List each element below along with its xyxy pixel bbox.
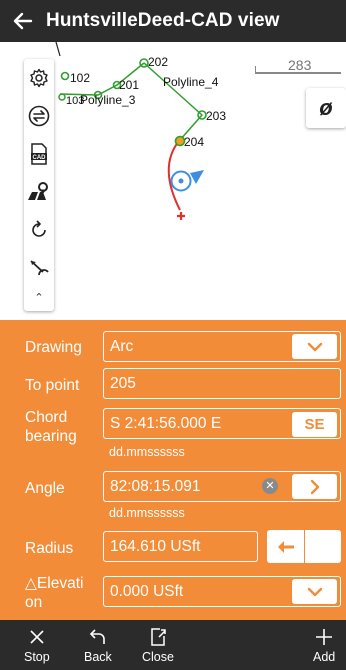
- chord-bearing-value: S 2:41:56.000 E: [110, 414, 222, 432]
- elevation-value: 0.000 USft: [110, 582, 184, 600]
- clear-icon[interactable]: ✕: [262, 478, 278, 494]
- refresh-icon: [32, 220, 46, 237]
- title-bar: HuntsvilleDeed-CAD view: [0, 0, 346, 42]
- add-button[interactable]: Add: [313, 624, 335, 664]
- point-label: 203: [206, 109, 226, 123]
- close-label: Close: [142, 650, 174, 664]
- point-102-marker: [60, 71, 70, 81]
- cad-icon: CAD: [31, 143, 47, 165]
- settings-tool[interactable]: [24, 59, 54, 97]
- svg-text:CAD: CAD: [33, 155, 47, 161]
- polyline-label: Polyline_4: [163, 75, 219, 89]
- bearing-quadrant-button[interactable]: SE: [292, 412, 337, 437]
- map-location-tool[interactable]: [24, 173, 54, 211]
- radius-input[interactable]: 164.610 USft: [103, 531, 258, 562]
- chord-bearing-label: Chord bearing: [25, 408, 77, 446]
- angle-hint: dd.mmssssss: [109, 506, 185, 520]
- page-title: HuntsvilleDeed-CAD view: [46, 10, 280, 31]
- exit-icon: [151, 628, 166, 646]
- angle-next-button[interactable]: [292, 474, 337, 499]
- arrow-left-icon: [277, 540, 294, 553]
- refresh-tool[interactable]: [24, 211, 54, 249]
- measure-tool[interactable]: [24, 249, 54, 287]
- diameter-button[interactable]: ø: [306, 88, 346, 128]
- map-pin-icon: [28, 182, 48, 200]
- radius-label: Radius: [25, 540, 74, 557]
- close-button[interactable]: Close: [142, 624, 174, 664]
- collapse-toolbar-button[interactable]: ⌃: [24, 287, 54, 307]
- point-label: 204: [184, 135, 204, 149]
- stop-label: Stop: [24, 650, 50, 664]
- angle-label: Angle: [25, 480, 65, 497]
- back-arrow-button[interactable]: [0, 0, 46, 42]
- radius-value: 164.610 USft: [110, 537, 201, 555]
- point-103-marker: [58, 93, 66, 101]
- drawing-dropdown-button[interactable]: [292, 334, 337, 359]
- elevation-label-line1: △Elevati: [25, 575, 84, 592]
- swap-tool[interactable]: [24, 97, 54, 135]
- elevation-label-line2: on: [25, 594, 43, 611]
- map-toolbar: CAD ⌃: [24, 59, 54, 311]
- radius-direction-button[interactable]: [267, 530, 305, 563]
- swap-icon: [28, 105, 50, 127]
- to-point-label: To point: [25, 377, 80, 394]
- angle-value: 82:08:15.091: [110, 477, 201, 495]
- chevron-down-icon: [307, 587, 322, 596]
- elevation-label: △Elevati on: [25, 574, 83, 612]
- to-point-input[interactable]: 205: [103, 368, 341, 399]
- drawing-value: Arc: [110, 337, 134, 355]
- cad-map-view[interactable]: 102 103 201 202 203 204 Polyline_3 Polyl…: [0, 42, 346, 320]
- back-button[interactable]: Back: [84, 624, 112, 664]
- chevron-down-icon: [307, 342, 322, 351]
- bottom-action-bar: Stop Back Close Add: [0, 620, 346, 670]
- collapse-icon: ⌃: [34, 291, 44, 304]
- to-point-value: 205: [110, 374, 136, 392]
- arc-end-marker: [177, 212, 185, 220]
- chord-bearing-label-line2: bearing: [25, 428, 77, 445]
- gear-icon: [30, 68, 48, 88]
- close-icon: [30, 630, 44, 644]
- chord-bearing-label-line1: Chord: [25, 409, 68, 426]
- drawing-label: Drawing: [25, 339, 82, 356]
- back-label: Back: [84, 650, 112, 664]
- arc-entry-form: Drawing Arc To point 205 Chord bearing S…: [0, 320, 346, 620]
- point-label: 202: [148, 55, 168, 69]
- radius-toggle[interactable]: [267, 530, 341, 563]
- arrow-left-icon: [13, 12, 33, 30]
- stop-button[interactable]: Stop: [24, 624, 50, 664]
- point-label: 102: [70, 71, 90, 85]
- cad-tool[interactable]: CAD: [24, 135, 54, 173]
- current-location-icon: [170, 170, 204, 192]
- elevation-dropdown-button[interactable]: [292, 579, 337, 604]
- polyline-label: Polyline_3: [80, 93, 136, 107]
- add-label: Add: [313, 650, 336, 664]
- scale-label: 283: [288, 57, 312, 73]
- plus-icon: [316, 629, 333, 645]
- chevron-right-icon: [310, 479, 319, 494]
- measure-icon: [30, 260, 49, 276]
- undo-icon: [89, 629, 105, 644]
- point-label: 201: [119, 78, 139, 92]
- chord-bearing-hint: dd.mmssssss: [109, 445, 185, 459]
